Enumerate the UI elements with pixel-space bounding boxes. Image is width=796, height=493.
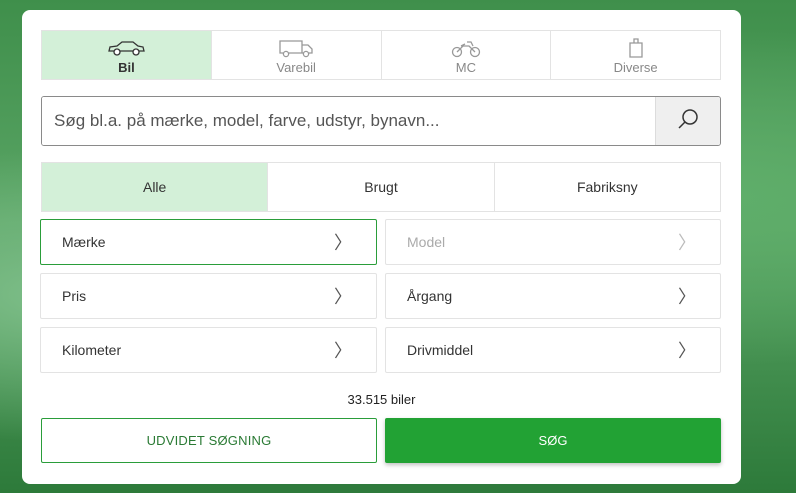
- tab-alle[interactable]: Alle: [42, 163, 269, 211]
- tab-bil[interactable]: Bil: [42, 31, 212, 79]
- tab-mc-label: MC: [455, 59, 476, 75]
- search-submit-button[interactable]: SØG: [385, 418, 721, 463]
- filter-maerke[interactable]: Mærke 〉: [40, 219, 377, 265]
- vehicle-type-tabs: Bil Varebil MC Diverse: [41, 30, 721, 80]
- filter-aargang[interactable]: Årgang 〉: [385, 273, 721, 319]
- tab-brugt[interactable]: Brugt: [268, 163, 495, 211]
- car-icon: [107, 36, 146, 60]
- tab-fabriksny[interactable]: Fabriksny: [495, 163, 720, 211]
- filter-grid: Mærke 〉 Model 〉 Pris 〉 Årgang 〉 Kilomete…: [40, 219, 721, 373]
- chevron-right-icon: 〉: [334, 233, 352, 253]
- chevron-right-icon: 〉: [678, 341, 696, 361]
- motorcycle-icon: [451, 36, 481, 60]
- tab-diverse[interactable]: Diverse: [551, 31, 720, 79]
- filter-drivmiddel-label: Drivmiddel: [407, 342, 474, 358]
- filter-model-label: Model: [407, 234, 446, 250]
- advanced-search-button[interactable]: UDVIDET SØGNING: [41, 418, 377, 463]
- chevron-right-icon: 〉: [678, 287, 696, 307]
- search-button[interactable]: [655, 97, 720, 145]
- tab-bil-label: Bil: [118, 59, 135, 75]
- search-card: Bil Varebil MC Diverse Søg bl.a. på mærk…: [22, 10, 741, 484]
- misc-icon: [627, 36, 645, 60]
- search-icon: [677, 108, 699, 135]
- search-input[interactable]: [42, 97, 655, 145]
- van-icon: [278, 36, 314, 60]
- tab-diverse-label: Diverse: [613, 59, 658, 75]
- chevron-right-icon: 〉: [678, 233, 696, 253]
- filter-model: Model 〉: [385, 219, 721, 265]
- filter-kilometer-label: Kilometer: [62, 342, 122, 358]
- chevron-right-icon: 〉: [334, 287, 352, 307]
- filter-maerke-label: Mærke: [62, 234, 106, 250]
- filter-pris-label: Pris: [62, 288, 87, 304]
- filter-drivmiddel[interactable]: Drivmiddel 〉: [385, 327, 721, 373]
- result-count: 33.515 biler: [347, 392, 416, 407]
- filter-kilometer[interactable]: Kilometer 〉: [40, 327, 377, 373]
- action-buttons: UDVIDET SØGNING SØG: [41, 418, 721, 463]
- filter-pris[interactable]: Pris 〉: [40, 273, 377, 319]
- chevron-right-icon: 〉: [334, 341, 352, 361]
- tab-varebil[interactable]: Varebil: [212, 31, 382, 79]
- condition-tabs: Alle Brugt Fabriksny: [41, 162, 721, 212]
- filter-aargang-label: Årgang: [407, 288, 453, 304]
- tab-varebil-label: Varebil: [276, 59, 316, 75]
- search-bar: [41, 96, 721, 146]
- tab-mc[interactable]: MC: [382, 31, 552, 79]
